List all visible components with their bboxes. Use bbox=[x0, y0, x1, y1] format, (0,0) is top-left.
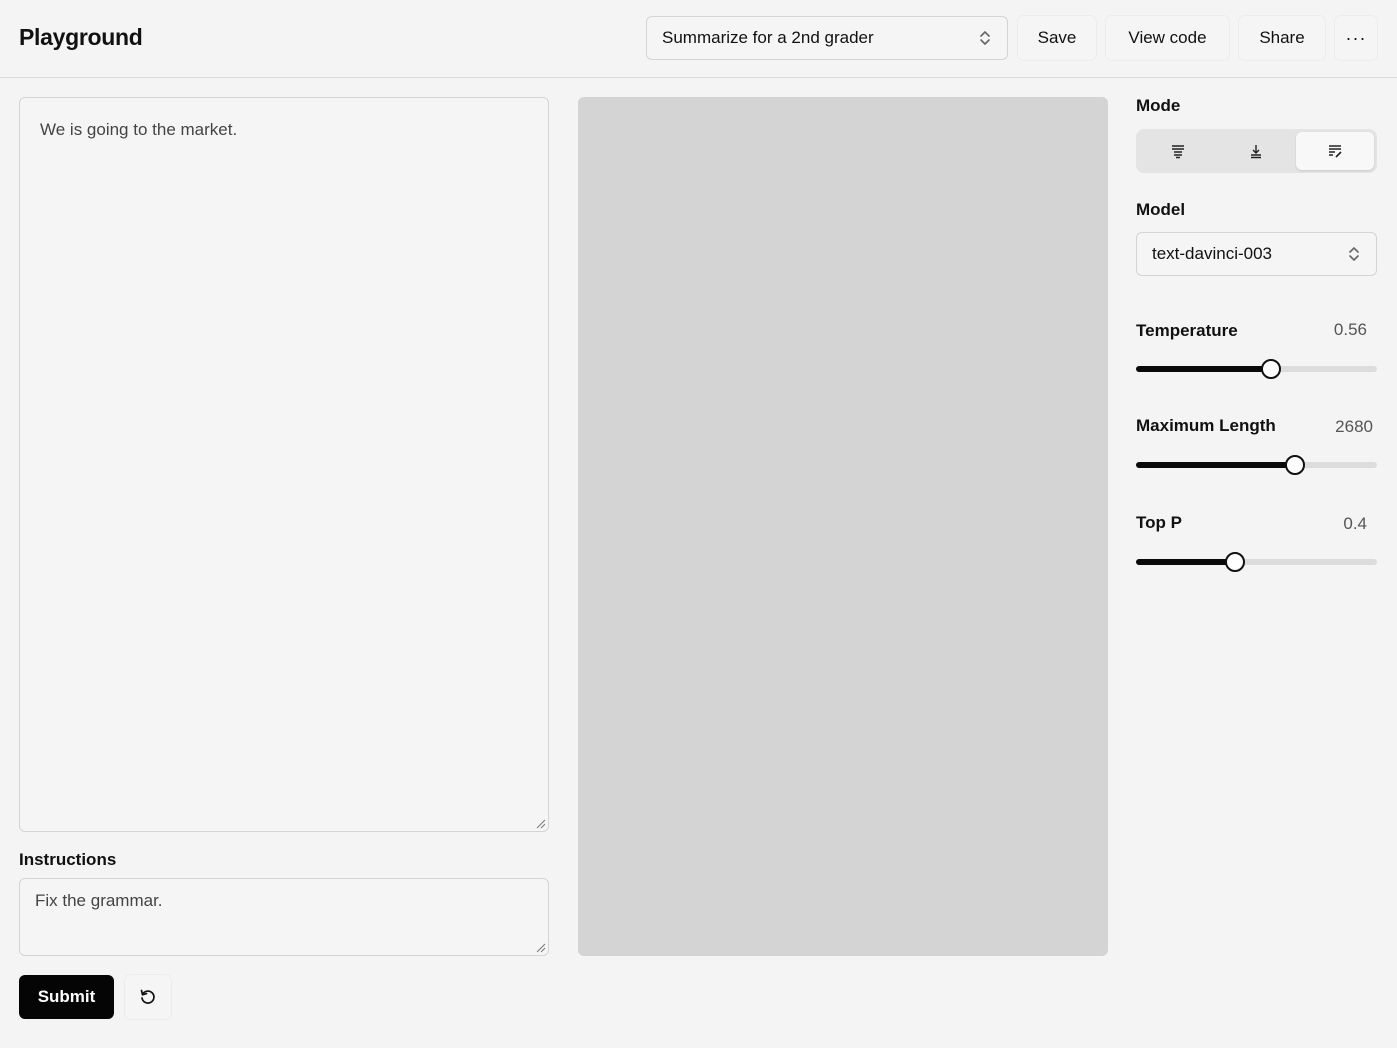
app-title: Playground bbox=[19, 24, 143, 50]
submit-button[interactable]: Submit bbox=[19, 975, 114, 1019]
preset-select[interactable]: Summarize for a 2nd grader bbox=[646, 16, 1008, 60]
top-p-value: 0.4 bbox=[1343, 514, 1367, 533]
chevron-up-down-icon bbox=[1347, 244, 1361, 264]
output-panel bbox=[578, 97, 1108, 956]
chevron-up-down-icon bbox=[978, 28, 992, 48]
slider-fill bbox=[1136, 462, 1295, 468]
input-text: We is going to the market. bbox=[40, 120, 238, 139]
model-select-value: text-davinci-003 bbox=[1152, 244, 1273, 263]
temperature-value: 0.56 bbox=[1333, 320, 1367, 339]
edit-icon bbox=[1328, 145, 1342, 158]
slider-fill bbox=[1136, 559, 1235, 565]
maximum-length-label: Maximum Length bbox=[1136, 416, 1276, 435]
mode-toggle-group bbox=[1136, 129, 1377, 173]
model-select[interactable]: text-davinci-003 bbox=[1136, 232, 1377, 276]
mode-insert[interactable] bbox=[1217, 132, 1295, 170]
maximum-length-slider[interactable] bbox=[1136, 455, 1377, 475]
slider-fill bbox=[1136, 366, 1271, 372]
maximum-length-value: 2680 bbox=[1335, 417, 1373, 436]
slider-thumb[interactable] bbox=[1261, 359, 1281, 379]
reset-icon bbox=[140, 989, 155, 1004]
preset-select-label: Summarize for a 2nd grader bbox=[662, 28, 874, 47]
input-textarea[interactable]: We is going to the market. bbox=[19, 97, 549, 832]
mode-complete[interactable] bbox=[1139, 132, 1217, 170]
more-options-button[interactable]: ··· bbox=[1335, 16, 1377, 60]
slider-thumb[interactable] bbox=[1225, 552, 1245, 572]
temperature-slider[interactable] bbox=[1136, 359, 1377, 379]
view-code-button[interactable]: View code bbox=[1106, 16, 1229, 60]
more-icon: ··· bbox=[1345, 27, 1367, 48]
top-p-slider[interactable] bbox=[1136, 552, 1377, 572]
complete-icon bbox=[1172, 145, 1185, 159]
slider-thumb[interactable] bbox=[1285, 455, 1305, 475]
resize-handle-icon[interactable] bbox=[536, 943, 546, 953]
instructions-textarea[interactable]: Fix the grammar. bbox=[19, 878, 549, 956]
model-label: Model bbox=[1136, 200, 1186, 219]
instructions-label: Instructions bbox=[19, 850, 117, 869]
top-bar: Playground Summarize for a 2nd grader Sa… bbox=[0, 0, 1397, 78]
share-button[interactable]: Share bbox=[1239, 16, 1325, 60]
temperature-label: Temperature bbox=[1136, 321, 1238, 340]
instructions-text: Fix the grammar. bbox=[35, 891, 163, 910]
save-button[interactable]: Save bbox=[1018, 16, 1096, 60]
mode-label: Mode bbox=[1136, 96, 1181, 115]
insert-icon bbox=[1251, 145, 1262, 159]
mode-edit[interactable] bbox=[1295, 132, 1374, 170]
top-p-label: Top P bbox=[1136, 513, 1182, 532]
resize-handle-icon[interactable] bbox=[536, 819, 546, 829]
reset-button[interactable] bbox=[125, 975, 171, 1019]
